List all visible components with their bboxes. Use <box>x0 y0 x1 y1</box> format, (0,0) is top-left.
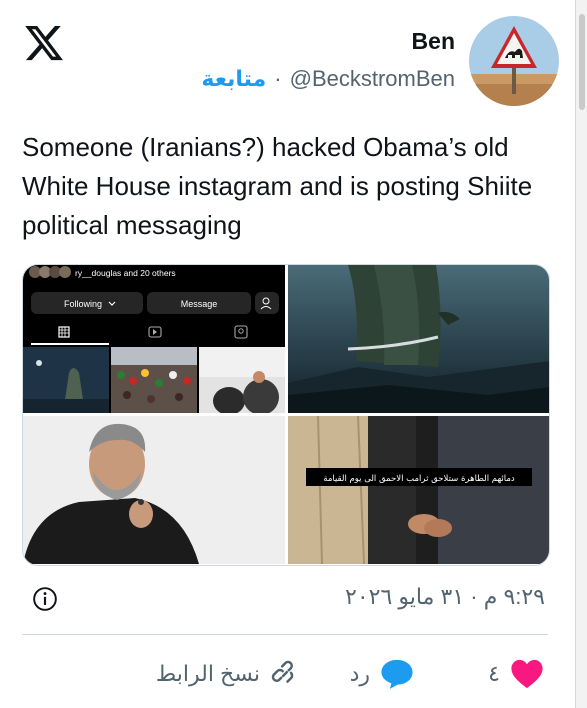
reply-label: رد <box>349 661 370 686</box>
tweet-timestamp[interactable]: ٩:٢٩ م · ٣١ مايو ٢٠٢٦ <box>345 584 545 610</box>
media-image-figure-sword[interactable] <box>288 265 549 413</box>
info-icon[interactable] <box>32 586 58 612</box>
copy-link-label: نسخ الرابط <box>155 661 260 686</box>
scrollbar[interactable] <box>576 0 587 708</box>
scrollbar-thumb[interactable] <box>579 14 585 110</box>
separator-dot: · <box>274 66 282 91</box>
instagram-message-button: Message <box>181 299 218 309</box>
avatar[interactable] <box>469 16 559 106</box>
tweet-card: Ben متابعة · @BeckstromBen Someone (Iran… <box>0 0 576 708</box>
image-caption-overlay: دمائهم الطاهرة ستلاحق ثرامب الاحمق الى ي… <box>323 474 515 484</box>
action-bar: ٤ رد نسخ الرابط <box>0 652 576 700</box>
avatar-image <box>469 16 559 106</box>
media-image-portrait[interactable] <box>23 416 285 564</box>
like-count: ٤ <box>488 661 500 686</box>
reply-bubble-icon <box>381 659 413 689</box>
author-header: Ben متابعة · @BeckstromBen <box>39 16 559 108</box>
tweet-text: Someone (Iranians?) hacked Obama’s old W… <box>22 132 533 240</box>
heart-icon <box>511 659 543 689</box>
reply-button[interactable]: رد <box>350 652 414 696</box>
divider <box>22 634 548 635</box>
like-button[interactable]: ٤ <box>488 652 544 696</box>
user-handle[interactable]: @BeckstromBen <box>290 66 455 92</box>
media-image-holding-hands[interactable]: دمائهم الطاهرة ستلاحق ثرامب الاحمق الى ي… <box>288 416 549 564</box>
instagram-followers-line: ry__douglas and 20 others <box>75 268 176 278</box>
display-name[interactable]: Ben <box>412 28 455 55</box>
media-image-instagram[interactable]: ry__douglas and 20 others Following Mess… <box>23 265 285 413</box>
link-icon <box>271 660 294 683</box>
copy-link-button[interactable]: نسخ الرابط <box>156 652 300 696</box>
instagram-following-button: Following <box>64 299 102 309</box>
meta-line: متابعة · @BeckstromBen <box>201 66 455 92</box>
follow-link[interactable]: متابعة <box>201 66 266 92</box>
media-grid: ry__douglas and 20 others Following Mess… <box>22 264 550 566</box>
